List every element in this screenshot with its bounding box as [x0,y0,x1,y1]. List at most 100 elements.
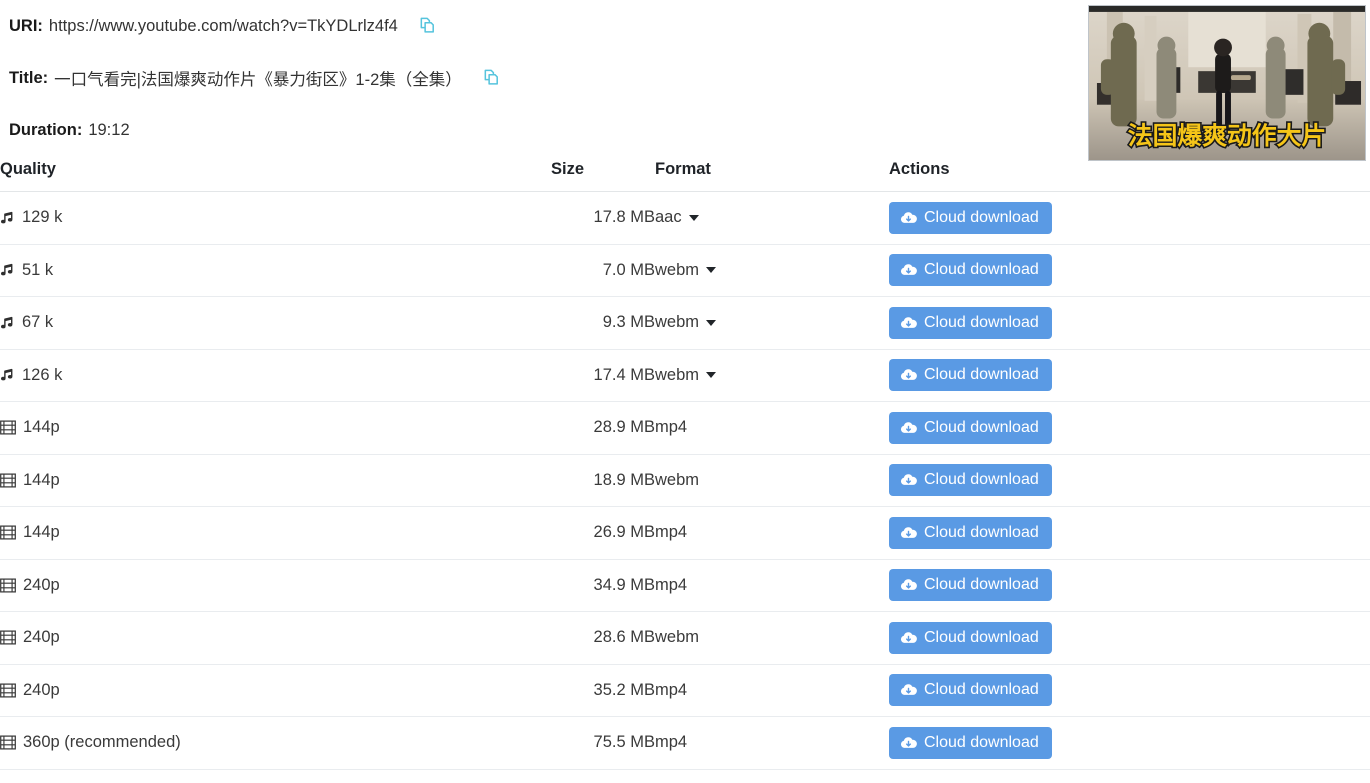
table-row: 67 k 9.3 MB webm Cloud download [0,296,1370,350]
table-row: 144p 28.9 MB mp4 Cloud download [0,401,1370,455]
chevron-down-icon[interactable] [706,319,717,326]
quality-label: 240p [23,575,60,594]
format-label: mp4 [655,418,688,437]
cloud-download-button[interactable]: Cloud download [889,411,1052,444]
size-cell: 9.3 MB [551,296,655,350]
cloud-download-button[interactable]: Cloud download [889,359,1052,392]
format-label: mp4 [655,733,688,752]
actions-cell: Cloud download [889,454,1370,507]
cloud-download-label: Cloud download [924,733,1039,751]
format-label: webm [655,628,700,647]
size-cell: 26.9 MB [551,506,655,560]
table-row: 360p (recommended) 75.5 MB mp4 Cloud downlo… [0,716,1370,770]
format-cell: mp4 [655,559,889,612]
quality-cell: 126 k [0,349,551,402]
cloud-download-button[interactable]: Cloud download [889,464,1052,497]
cloud-download-icon [900,368,917,382]
cloud-download-label: Cloud download [924,366,1039,384]
copy-icon[interactable] [418,17,437,36]
cloud-download-icon [900,263,917,277]
title-label: Title: [9,68,49,87]
copy-icon[interactable] [482,69,501,88]
quality-cell: 240p [0,611,551,665]
actions-cell: Cloud download [889,716,1370,770]
size-cell: 28.9 MB [551,401,655,455]
film-icon [0,630,16,645]
cloud-download-button[interactable]: Cloud download [889,254,1052,287]
cloud-download-button[interactable]: Cloud download [889,726,1052,759]
table-row: 129 k 17.8 MB aac Cloud download [0,191,1370,245]
film-icon [0,578,16,593]
quality-label: 240p [23,680,60,699]
size-cell: 75.5 MB [551,716,655,770]
format-cell: webm [655,454,889,507]
format-cell: mp4 [655,664,889,717]
format-label: mp4 [655,523,688,542]
download-options-table: Quality Size Format Actions 129 k 17.8 MB… [0,160,1370,770]
quality-cell: 129 k [0,191,551,245]
music-note-icon [0,315,15,331]
quality-cell: 144p [0,454,551,507]
cloud-download-button[interactable]: Cloud download [889,201,1052,234]
cloud-download-button[interactable]: Cloud download [889,674,1052,707]
actions-cell: Cloud download [889,664,1370,717]
chevron-down-icon[interactable] [706,372,717,379]
table-row: 126 k 17.4 MB webm Cloud download [0,349,1370,402]
quality-label: 51 k [22,260,54,279]
chevron-down-icon[interactable] [706,267,717,274]
actions-cell: Cloud download [889,244,1370,297]
cloud-download-button[interactable]: Cloud download [889,569,1052,602]
column-header-size: Size [551,160,655,192]
quality-label: 144p [23,470,60,489]
table-row: 240p 35.2 MB mp4 Cloud download [0,664,1370,717]
actions-cell: Cloud download [889,191,1370,245]
cloud-download-icon [900,736,917,750]
table-body: 129 k 17.8 MB aac Cloud download 51 k 7.0 MB w… [0,191,1370,770]
format-label: aac [655,208,682,227]
quality-label: 144p [23,523,60,542]
cloud-download-icon [900,526,917,540]
format-label: webm [655,470,700,489]
film-icon [0,525,16,540]
table-row: 240p 28.6 MB webm Cloud download [0,611,1370,665]
format-cell[interactable]: webm [655,296,889,350]
quality-cell: 51 k [0,244,551,297]
table-row: 144p 18.9 MB webm Cloud download [0,454,1370,507]
table-row: 144p 26.9 MB mp4 Cloud download [0,506,1370,560]
format-cell[interactable]: aac [655,191,889,245]
format-cell[interactable]: webm [655,244,889,297]
cloud-download-icon [900,421,917,435]
cloud-download-button[interactable]: Cloud download [889,621,1052,654]
format-cell[interactable]: webm [655,349,889,402]
table-row: 240p 34.9 MB mp4 Cloud download [0,559,1370,612]
size-cell: 28.6 MB [551,611,655,665]
film-icon [0,735,16,750]
quality-cell: 144p [0,401,551,455]
thumbnail-image: 法国爆爽动作大片 [1089,6,1365,160]
cloud-download-label: Cloud download [924,208,1039,226]
quality-cell: 240p [0,664,551,717]
table-header-row: Quality Size Format Actions [0,160,1370,192]
quality-cell: 67 k [0,296,551,350]
quality-cell: 240p [0,559,551,612]
cloud-download-icon [900,578,917,592]
format-label: mp4 [655,680,688,699]
actions-cell: Cloud download [889,559,1370,612]
chevron-down-icon[interactable] [688,214,699,221]
duration-value: 19:12 [88,120,130,139]
cloud-download-label: Cloud download [924,313,1039,331]
column-header-actions: Actions [889,160,1370,192]
cloud-download-icon [900,631,917,645]
format-cell: webm [655,611,889,665]
actions-cell: Cloud download [889,401,1370,455]
cloud-download-button[interactable]: Cloud download [889,306,1052,339]
thumbnail-overlay-text: 法国爆爽动作大片 [1128,121,1326,150]
cloud-download-button[interactable]: Cloud download [889,516,1052,549]
video-thumbnail[interactable]: 法国爆爽动作大片 [1088,5,1366,161]
film-icon [0,683,16,698]
cloud-download-icon [900,683,917,697]
column-header-format: Format [655,160,889,192]
cloud-download-icon [900,211,917,225]
quality-label: 67 k [22,313,54,332]
table-row: 51 k 7.0 MB webm Cloud download [0,244,1370,297]
